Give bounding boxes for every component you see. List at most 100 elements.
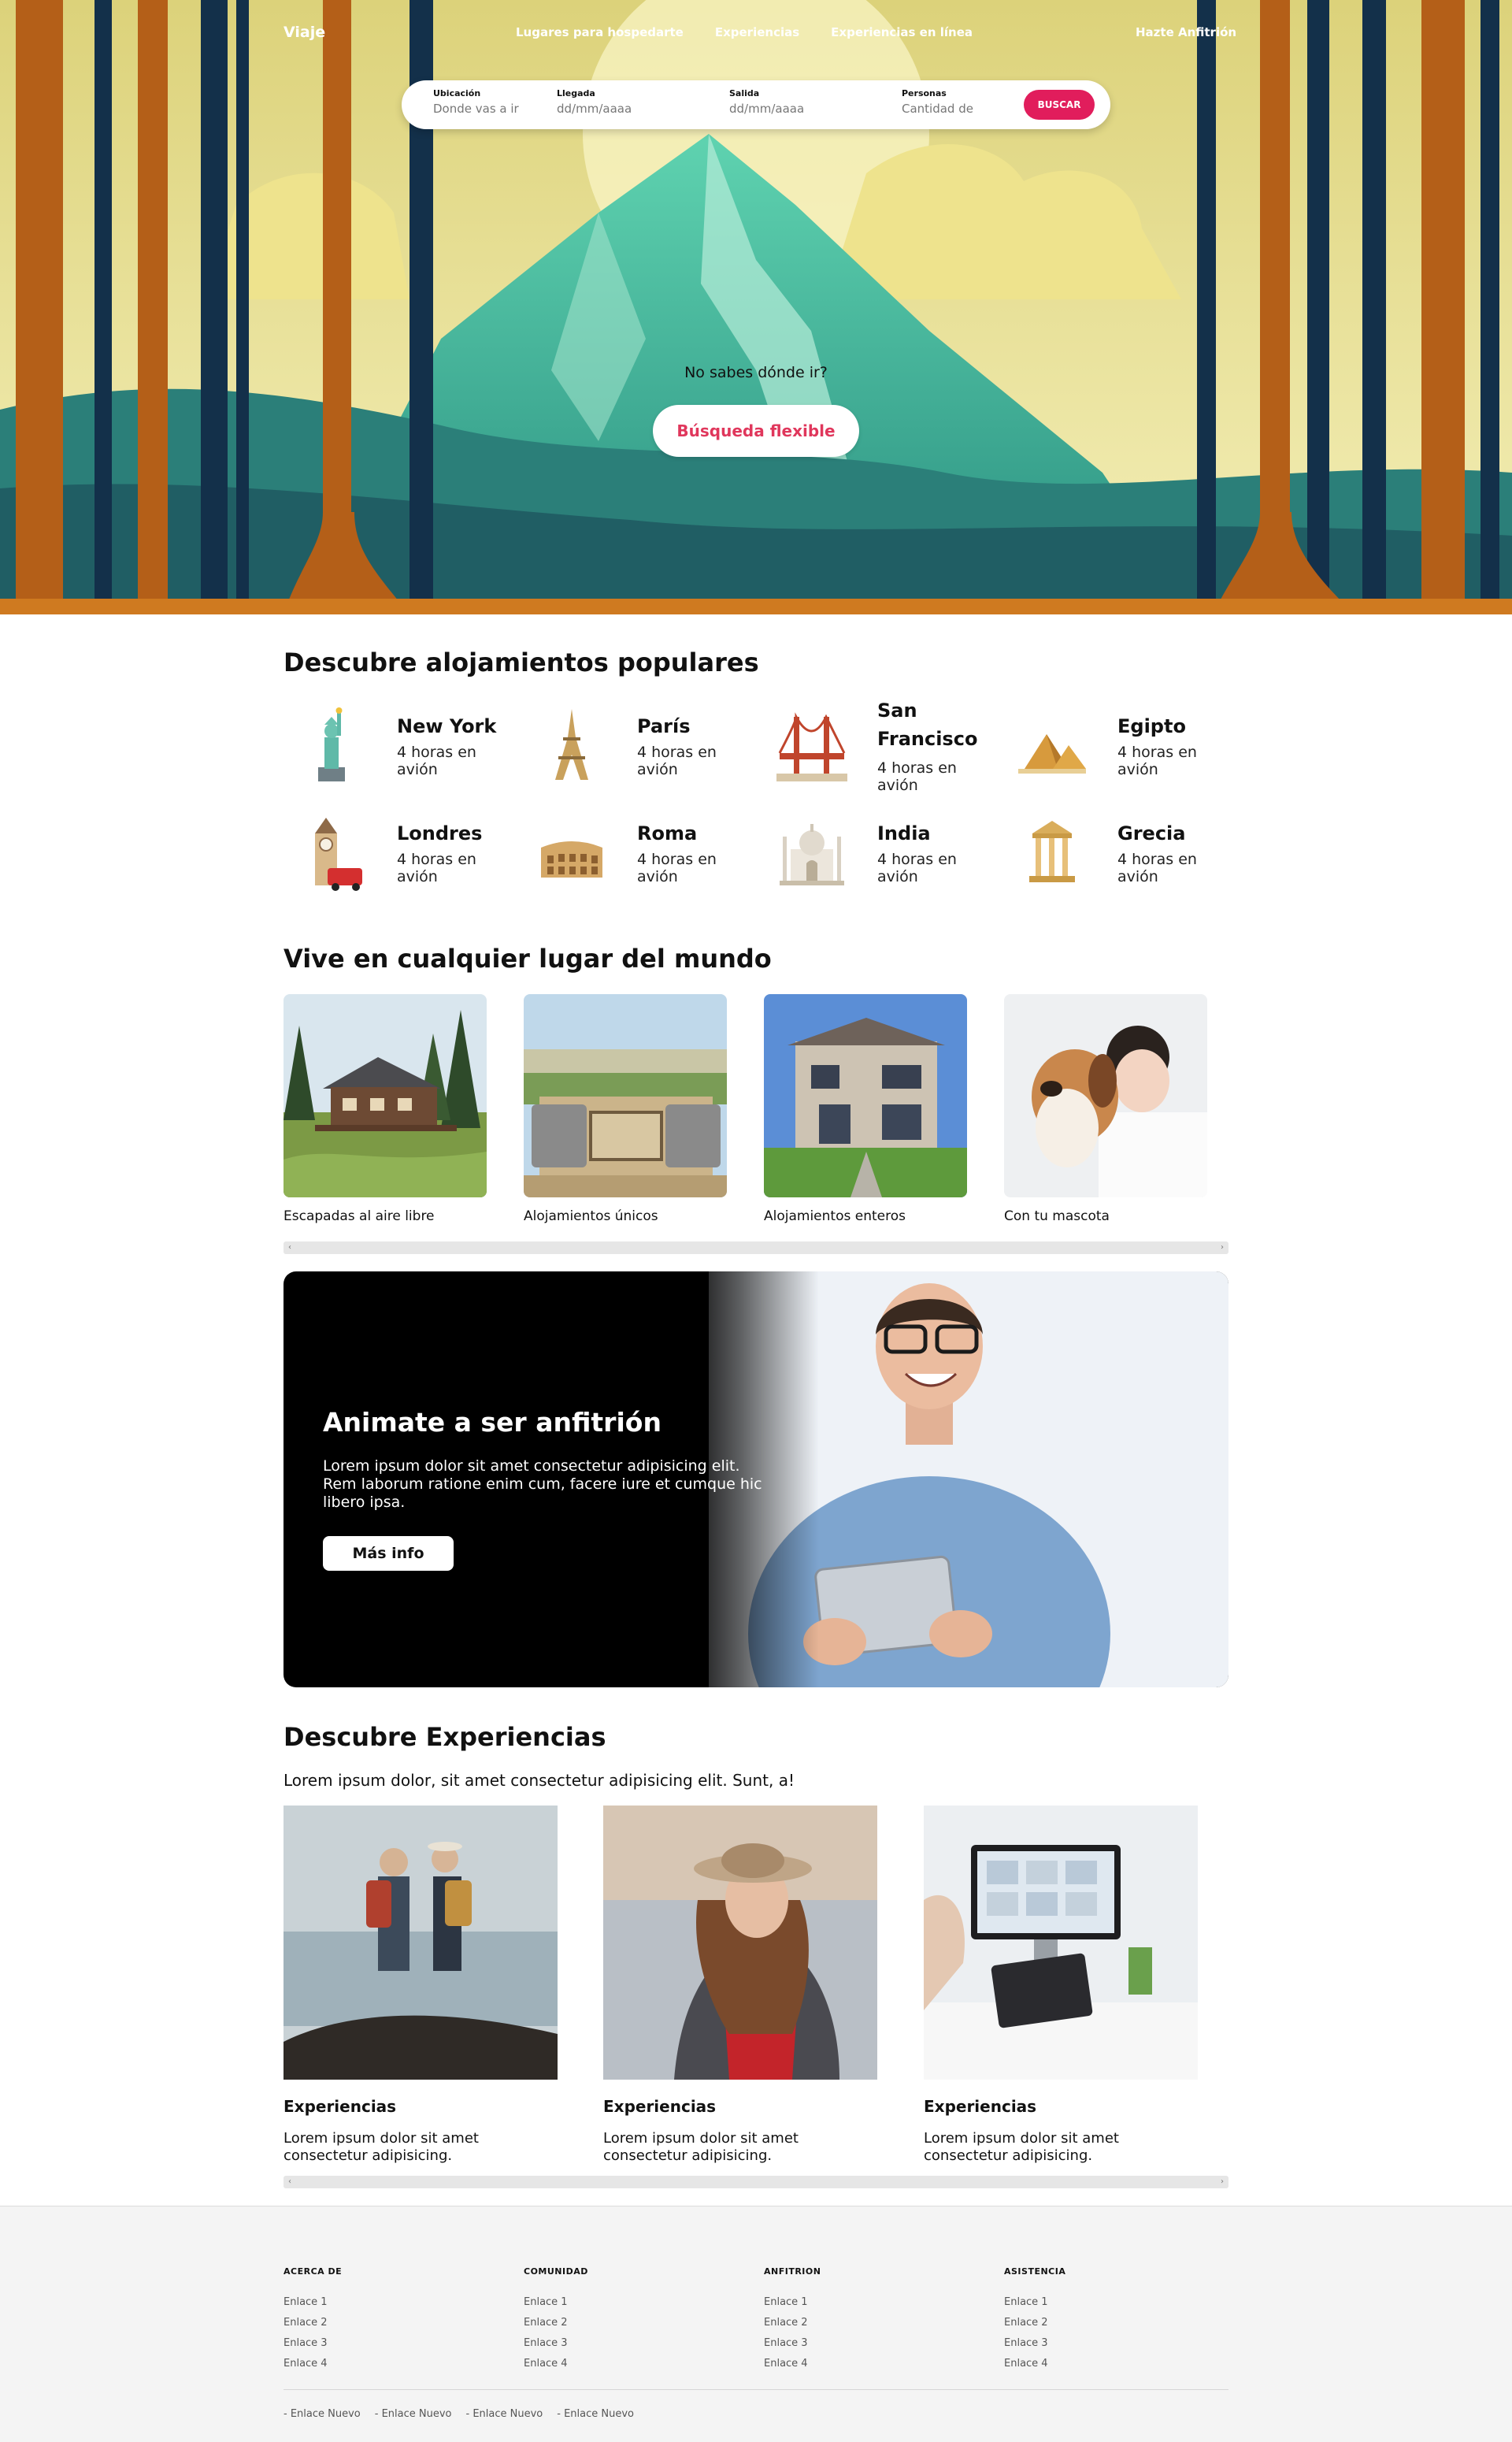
entire-house-photo bbox=[764, 994, 967, 1197]
footer-column-comunidad: COMUNIDAD Enlace 1 Enlace 2 Enlace 3 Enl… bbox=[524, 2266, 588, 2374]
taj-mahal-icon bbox=[776, 813, 847, 892]
destination-item[interactable]: Roma 4 horas en avión bbox=[524, 805, 744, 892]
big-ben-icon bbox=[296, 813, 367, 892]
location-input[interactable]: Donde vas a ir bbox=[433, 102, 519, 116]
guests-label: Personas bbox=[902, 88, 947, 98]
scroll-left-icon[interactable]: ‹ bbox=[288, 2176, 291, 2188]
experience-card[interactable]: Experiencias Lorem ipsum dolor sit amet … bbox=[284, 1806, 558, 2165]
destination-name: Grecia bbox=[1117, 822, 1186, 844]
destination-item[interactable]: Grecia 4 horas en avión bbox=[1004, 805, 1225, 892]
become-host-link[interactable]: Hazte Anfitrión bbox=[1136, 25, 1236, 39]
card-outdoor[interactable]: Escapadas al aire libre bbox=[284, 994, 487, 1224]
destination-name: Londres bbox=[397, 822, 483, 844]
destination-subtitle: 4 horas en avión bbox=[637, 744, 717, 778]
card-caption: Escapadas al aire libre bbox=[284, 1208, 435, 1224]
card-entire[interactable]: Alojamientos enteros bbox=[764, 994, 967, 1224]
destination-subtitle: 4 horas en avión bbox=[397, 744, 476, 778]
destination-subtitle: 4 horas en avión bbox=[1117, 851, 1197, 885]
destination-item[interactable]: New York 4 horas en avión bbox=[284, 698, 504, 785]
scroll-right-icon[interactable]: › bbox=[1221, 1241, 1224, 1254]
search-button[interactable]: BUSCAR bbox=[1024, 90, 1095, 120]
footer-link[interactable]: Enlace 1 bbox=[524, 2292, 588, 2313]
nav-links: Lugares para hospedarte Experiencias Exp… bbox=[516, 25, 973, 39]
experience-text: Lorem ipsum dolor sit amet consectetur a… bbox=[924, 2130, 1119, 2164]
nav-link-experiencias-en-linea[interactable]: Experiencias en línea bbox=[831, 25, 973, 39]
live-title: Vive en cualquier lugar del mundo bbox=[284, 944, 772, 974]
experience-card[interactable]: Experiencias Lorem ipsum dolor sit amet … bbox=[924, 1806, 1198, 2165]
scroll-right-icon[interactable]: › bbox=[1221, 2176, 1224, 2188]
destination-name: India bbox=[877, 822, 931, 844]
pyramids-icon bbox=[1017, 706, 1088, 785]
footer-link[interactable]: Enlace 3 bbox=[1004, 2333, 1065, 2354]
footer-column-title: ACERCA DE bbox=[284, 2266, 343, 2277]
checkin-label: Llegada bbox=[557, 88, 595, 98]
pet-photo bbox=[1004, 994, 1207, 1197]
checkout-field[interactable]: Salida dd/mm/aaaa bbox=[729, 88, 804, 116]
checkin-input[interactable]: dd/mm/aaaa bbox=[557, 102, 632, 116]
flexible-search-button[interactable]: Búsqueda flexible bbox=[653, 405, 859, 457]
destination-name: New York bbox=[397, 715, 497, 737]
checkout-input[interactable]: dd/mm/aaaa bbox=[729, 102, 804, 116]
footer-link[interactable]: Enlace 2 bbox=[1004, 2313, 1065, 2333]
nav-link-experiencias[interactable]: Experiencias bbox=[715, 25, 799, 39]
destination-item[interactable]: San Francisco 4 horas en avión bbox=[764, 698, 984, 794]
footer-bottom-link[interactable]: - Enlace Nuevo bbox=[557, 2408, 634, 2420]
checkin-field[interactable]: Llegada dd/mm/aaaa bbox=[557, 88, 632, 116]
popular-title: Descubre alojamientos populares bbox=[284, 648, 759, 677]
footer-column-title: COMUNIDAD bbox=[524, 2266, 588, 2277]
footer-link[interactable]: Enlace 4 bbox=[1004, 2354, 1065, 2374]
destination-item[interactable]: Londres 4 horas en avión bbox=[284, 805, 504, 892]
woman-hat-photo bbox=[603, 1806, 877, 2080]
experience-title: Experiencias bbox=[284, 2097, 397, 2116]
destination-subtitle: 4 horas en avión bbox=[397, 851, 476, 885]
experiences-title: Descubre Experiencias bbox=[284, 1722, 606, 1752]
colosseum-icon bbox=[536, 813, 607, 892]
footer-link[interactable]: Enlace 1 bbox=[284, 2292, 342, 2313]
outdoor-cabin-photo bbox=[284, 994, 487, 1197]
experience-card[interactable]: Experiencias Lorem ipsum dolor sit amet … bbox=[603, 1806, 877, 2165]
footer-link[interactable]: Enlace 2 bbox=[524, 2313, 588, 2333]
footer-link[interactable]: Enlace 2 bbox=[284, 2313, 342, 2333]
footer-link[interactable]: Enlace 1 bbox=[764, 2292, 821, 2313]
footer-column-acerca: ACERCA DE Enlace 1 Enlace 2 Enlace 3 Enl… bbox=[284, 2266, 342, 2374]
guests-field[interactable]: Personas Cantidad de bbox=[902, 88, 973, 116]
footer-bottom-link[interactable]: - Enlace Nuevo bbox=[375, 2408, 452, 2420]
location-field[interactable]: Ubicación Donde vas a ir bbox=[433, 88, 519, 116]
guests-input[interactable]: Cantidad de bbox=[902, 102, 973, 116]
nav-link-hospedarte[interactable]: Lugares para hospedarte bbox=[516, 25, 684, 39]
host-banner-title: Animate a ser anfitrión bbox=[323, 1407, 662, 1438]
more-info-button[interactable]: Más info bbox=[323, 1536, 454, 1571]
experience-title: Experiencias bbox=[924, 2097, 1037, 2116]
experience-text: Lorem ipsum dolor sit amet consectetur a… bbox=[603, 2130, 799, 2164]
brand-logo[interactable]: Viaje bbox=[284, 24, 325, 41]
top-nav: Viaje Lugares para hospedarte Experienci… bbox=[0, 0, 1512, 63]
footer-link[interactable]: Enlace 1 bbox=[1004, 2292, 1065, 2313]
destination-item[interactable]: India 4 horas en avión bbox=[764, 805, 984, 892]
experiences-subtitle: Lorem ipsum dolor, sit amet consectetur … bbox=[284, 1771, 795, 1790]
destination-name: Roma bbox=[637, 822, 698, 844]
footer-link[interactable]: Enlace 4 bbox=[764, 2354, 821, 2374]
hero-question: No sabes dónde ir? bbox=[684, 364, 828, 381]
location-label: Ubicación bbox=[433, 88, 481, 98]
footer-link[interactable]: Enlace 3 bbox=[764, 2333, 821, 2354]
footer-bottom-link[interactable]: - Enlace Nuevo bbox=[284, 2408, 361, 2420]
footer-divider bbox=[284, 2389, 1228, 2390]
footer-link[interactable]: Enlace 4 bbox=[284, 2354, 342, 2374]
footer-column-title: ANFITRION bbox=[764, 2266, 821, 2277]
scroll-left-icon[interactable]: ‹ bbox=[288, 1241, 291, 1254]
footer-link[interactable]: Enlace 4 bbox=[524, 2354, 588, 2374]
statue-of-liberty-icon bbox=[296, 706, 367, 785]
card-unique[interactable]: Alojamientos únicos bbox=[524, 994, 727, 1224]
footer-bottom-link[interactable]: - Enlace Nuevo bbox=[466, 2408, 543, 2420]
destination-item[interactable]: Egipto 4 horas en avión bbox=[1004, 698, 1225, 785]
footer-link[interactable]: Enlace 3 bbox=[284, 2333, 342, 2354]
destination-item[interactable]: París 4 horas en avión bbox=[524, 698, 744, 785]
hikers-photo bbox=[284, 1806, 558, 2080]
card-pet[interactable]: Con tu mascota bbox=[1004, 994, 1207, 1224]
card-caption: Alojamientos enteros bbox=[764, 1208, 906, 1224]
footer-link[interactable]: Enlace 3 bbox=[524, 2333, 588, 2354]
destination-name: San Francisco bbox=[877, 700, 978, 750]
experiences-scrollbar[interactable]: ‹ › bbox=[284, 2176, 1228, 2188]
footer-link[interactable]: Enlace 2 bbox=[764, 2313, 821, 2333]
cards-scrollbar[interactable]: ‹ › bbox=[284, 1241, 1228, 1254]
